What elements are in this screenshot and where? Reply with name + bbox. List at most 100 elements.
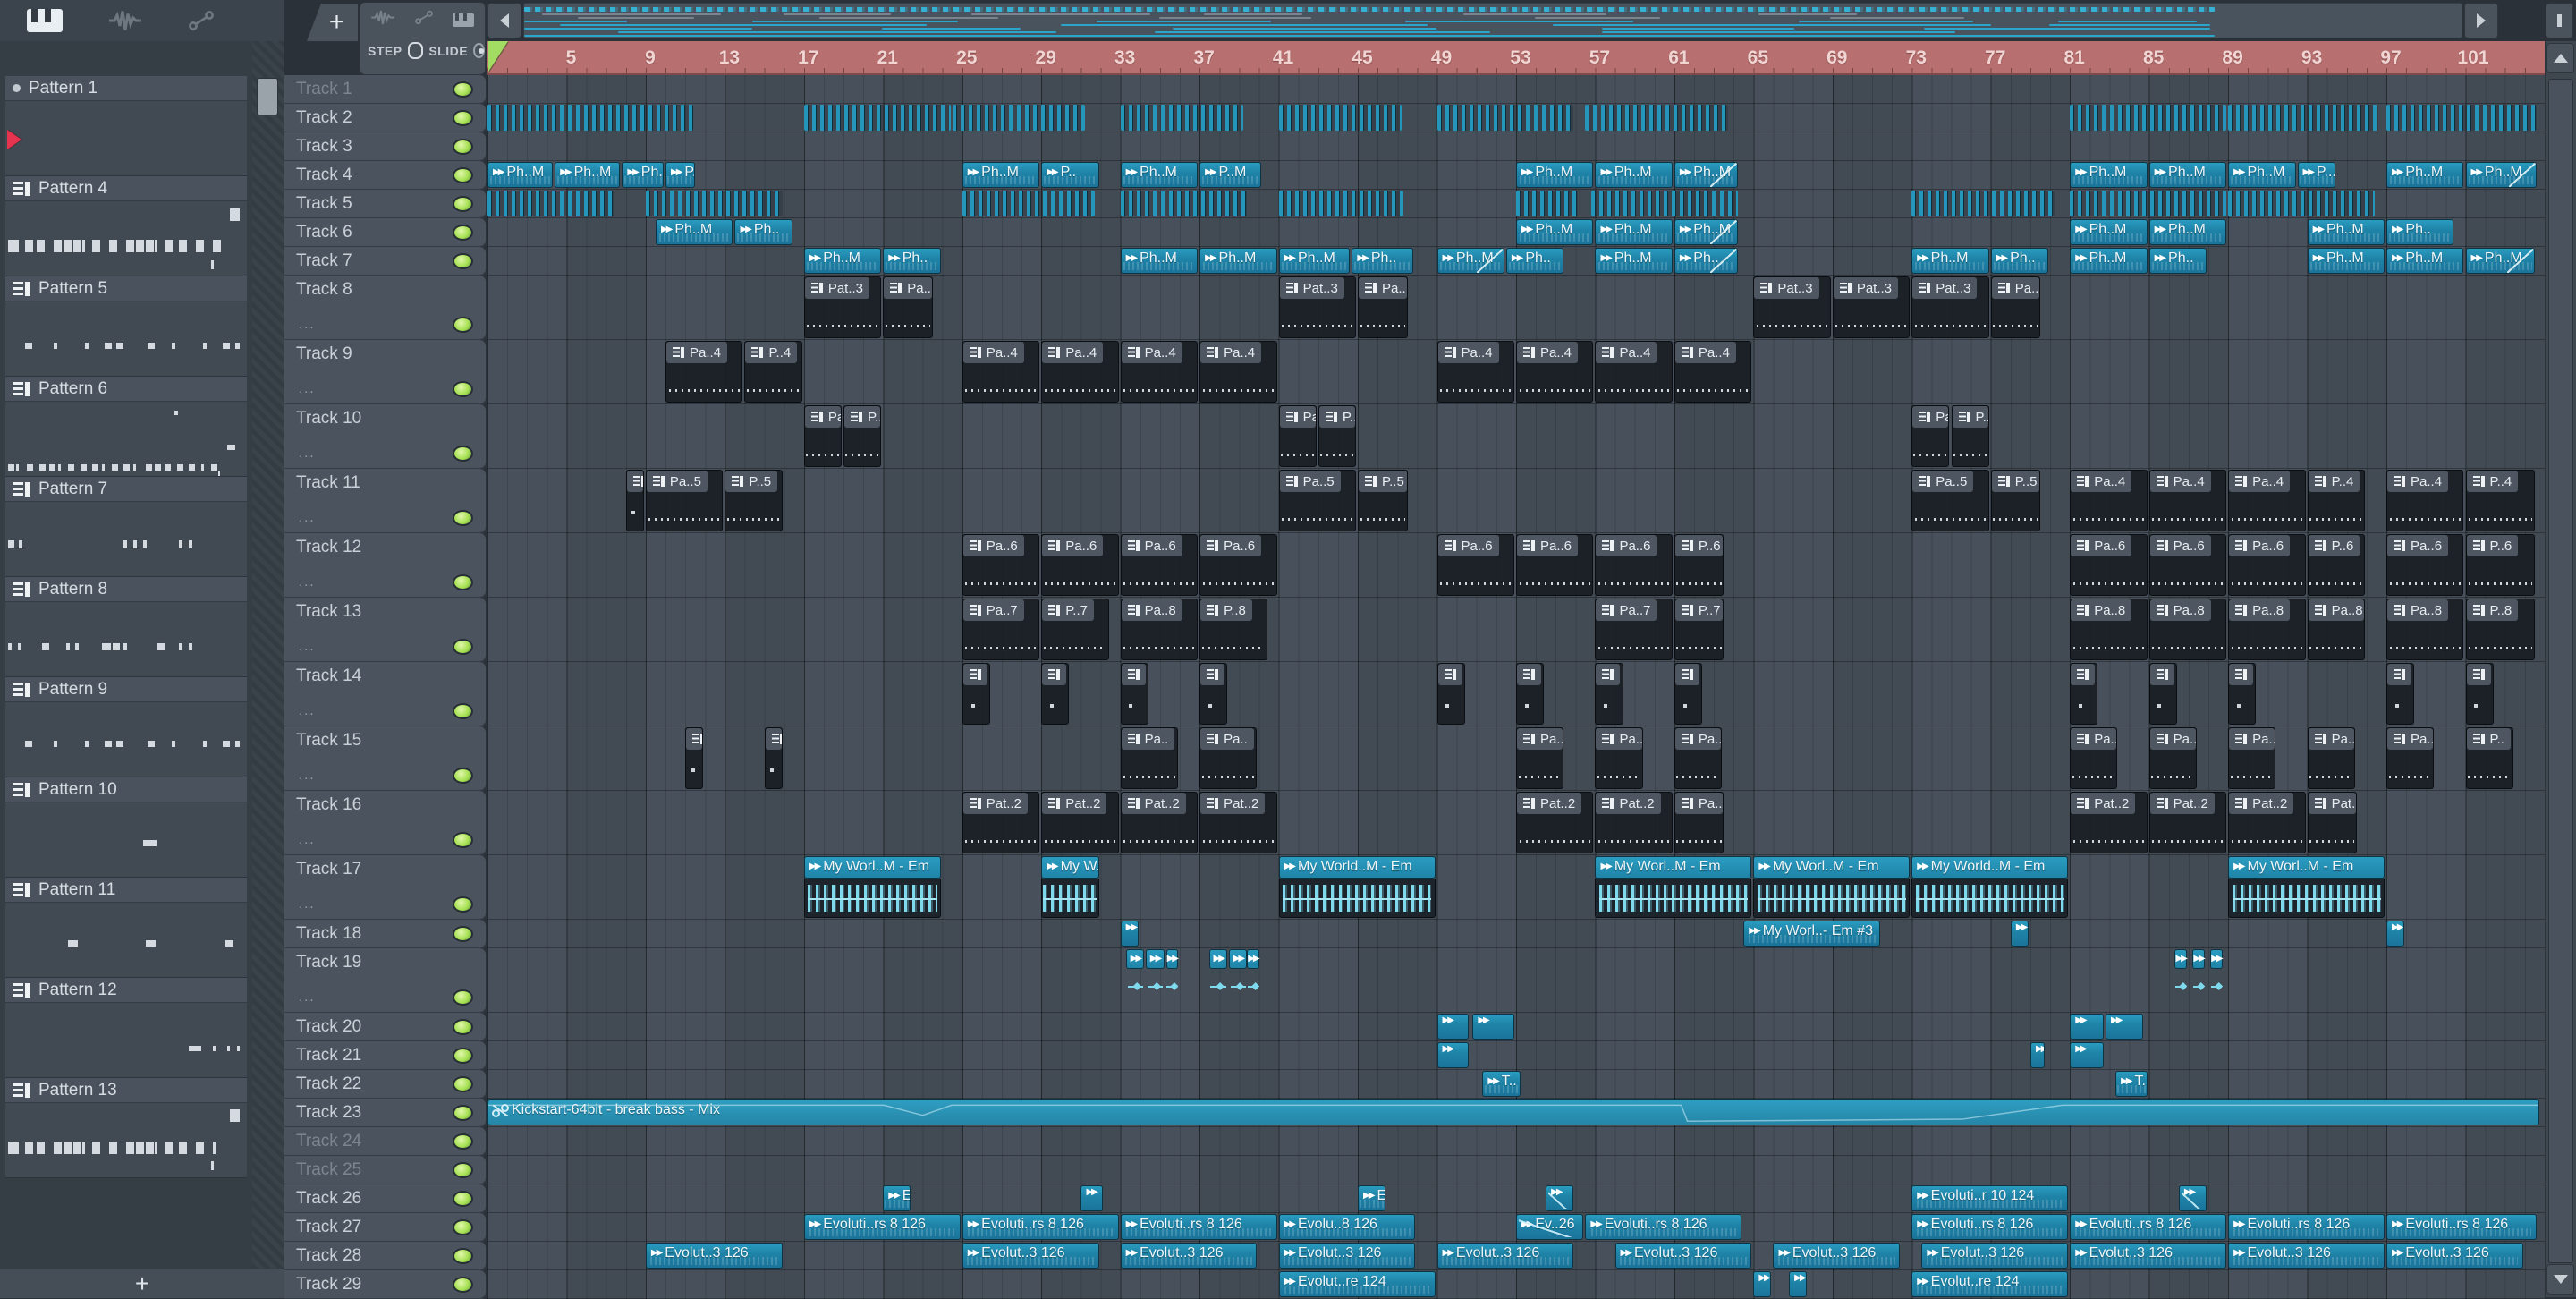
clip[interactable]: P..8 — [2465, 599, 2536, 660]
track-header[interactable]: Track 1 — [284, 75, 487, 104]
track-mute-led[interactable] — [453, 1218, 473, 1235]
clip[interactable]: ▶▶ Evolut..3 126 — [1614, 1243, 1752, 1269]
clip[interactable]: ▶▶ — [2070, 1042, 2104, 1068]
track-mute-led[interactable] — [453, 166, 473, 183]
clip[interactable]: ▶▶Ph..M — [1199, 248, 1277, 274]
clip[interactable]: ▶▶ Ph.. — [883, 248, 941, 274]
clip[interactable]: Pa..4 — [2386, 470, 2464, 531]
track-lane[interactable]: ▶▶ ▶▶ ▶▶ ▶▶ ▶▶ ▶▶ ▶▶ ▶▶ ▶▶ — [487, 948, 2545, 1013]
scroll-up-button[interactable] — [2546, 43, 2574, 73]
clip[interactable]: ▶▶Ph..M — [2307, 248, 2385, 274]
clip[interactable]: ▶▶ Ph.. — [1674, 248, 1738, 274]
clip[interactable]: Pa..6 — [1199, 534, 1277, 596]
clip[interactable]: ▶▶Ev..26 — [1515, 1214, 1584, 1240]
clip[interactable]: Pa..7 — [1595, 599, 1673, 660]
clip[interactable]: P..5 — [1990, 470, 2041, 531]
pattern-item[interactable]: Pattern 12 — [5, 978, 247, 1078]
clip[interactable] — [1120, 191, 1248, 216]
pattern-item-header[interactable]: Pattern 5 — [5, 276, 247, 301]
track-lane[interactable]: Kickstart-64bit - break bass - Mix — [487, 1099, 2545, 1127]
clip[interactable]: ▶▶ Evolut..3 126 — [1120, 1243, 1258, 1269]
clip[interactable]: Pa..6 — [1515, 534, 1594, 596]
clip[interactable] — [764, 727, 783, 789]
track-lane[interactable]: ▶▶ Evoluti..rs 8 126 ▶▶ Evoluti..rs 8 126 ▶▶… — [487, 1213, 2545, 1242]
clip[interactable]: P..5 — [1358, 470, 1408, 531]
clip[interactable]: ▶▶ — [1146, 949, 1165, 1011]
clip[interactable]: ▶▶Ph..M — [1278, 248, 1351, 274]
clip[interactable]: ▶▶E..4 — [883, 1185, 911, 1211]
vertical-scrollbar[interactable] — [2545, 41, 2576, 1297]
clip[interactable]: Pat..3 — [1832, 276, 1911, 338]
clip[interactable]: ▶▶ Evoluti..rs 8 126 — [2228, 1214, 2385, 1240]
track-mute-led[interactable] — [453, 703, 473, 719]
pattern-preview[interactable] — [5, 201, 247, 276]
clip[interactable]: Pat..3 — [1753, 276, 1831, 338]
clip[interactable]: P.. — [2465, 727, 2513, 789]
track-mute-led[interactable] — [453, 768, 473, 784]
clip[interactable]: Pa.. — [2228, 727, 2276, 789]
track-lane[interactable]: Pa.. Pa.. Pa.. Pa.. Pa.. Pa.. Pa.. Pa.. Pa.. Pa..… — [487, 726, 2545, 791]
clip[interactable]: ▶▶ Evolut..3 126 — [2228, 1243, 2385, 1269]
pattern-preview[interactable] — [5, 702, 247, 777]
track-lane[interactable] — [487, 1156, 2545, 1184]
track-lane[interactable]: Pat..3 Pa.. Pat..3 Pa.. Pat..3 Pat..3 Pat..3 Pa… — [487, 276, 2545, 340]
track-lane[interactable] — [487, 132, 2545, 161]
clip[interactable]: ▶▶ Evolut..3 126 — [2070, 1243, 2227, 1269]
track-mute-led[interactable] — [453, 1190, 473, 1207]
clip[interactable]: ▶▶ — [1789, 1271, 1808, 1297]
track-lane[interactable]: ▶▶Ph..M▶▶Ph..▶▶Ph..M▶▶Ph..M▶▶Ph..M▶▶Ph..… — [487, 218, 2545, 247]
clip[interactable]: Pat..2 — [1595, 792, 1673, 853]
track-header[interactable]: Track 26 — [284, 1184, 487, 1213]
scrollbar-handle[interactable] — [2548, 79, 2573, 1263]
clip[interactable]: Pa..4 — [1515, 341, 1594, 403]
track-mute-led[interactable] — [453, 1018, 473, 1035]
clip[interactable]: ▶▶Ph..M — [1595, 219, 1673, 245]
clip[interactable]: ▶▶Ph..M — [2148, 219, 2227, 245]
clip[interactable]: Pa..4 — [1674, 341, 1752, 403]
clip[interactable]: ▶▶Ph..M — [1911, 248, 1989, 274]
clip[interactable]: Pa..6 — [962, 534, 1040, 596]
clip[interactable]: ▶▶Ph..M — [2386, 248, 2464, 274]
clip[interactable]: Pa.. — [1595, 727, 1643, 789]
pattern-preview[interactable] — [5, 1003, 247, 1078]
clip[interactable] — [487, 191, 614, 216]
clip[interactable]: Pa.. — [1674, 792, 1724, 853]
track-mute-led[interactable] — [453, 510, 473, 526]
clip[interactable]: ▶▶ My Worl..M - Em — [1595, 856, 1752, 918]
clip[interactable]: ▶▶ — [1080, 1185, 1103, 1211]
clip[interactable] — [803, 105, 951, 131]
clip[interactable]: ▶▶ — [2210, 949, 2224, 1011]
clip[interactable]: ▶▶ Evoluti..rs 8 126 — [2386, 1214, 2538, 1240]
clip[interactable]: ▶▶ Ph.. — [734, 219, 792, 245]
track-mute-led[interactable] — [453, 832, 473, 848]
track-header[interactable]: Track 3 — [284, 132, 487, 161]
track-mute-led[interactable] — [453, 1104, 473, 1121]
clip[interactable]: P..9 — [1318, 405, 1357, 467]
clip[interactable]: ▶▶ Evoluti..rs 8 126 — [1911, 1214, 2069, 1240]
clip[interactable]: ▶▶T.. — [2115, 1071, 2148, 1097]
clip[interactable]: Pa..4 — [1041, 341, 1119, 403]
pattern-item[interactable]: Pattern 13 — [5, 1078, 247, 1178]
track-mute-led[interactable] — [453, 81, 473, 98]
clip[interactable] — [952, 105, 1086, 131]
track-mute-led[interactable] — [453, 138, 473, 155]
clip[interactable]: ▶▶ — [1247, 949, 1260, 1011]
clip[interactable]: ▶▶Ph..M — [2386, 162, 2464, 188]
playhead-marker-icon[interactable] — [488, 41, 508, 72]
pattern-preview[interactable] — [5, 802, 247, 878]
track-lane[interactable] — [487, 75, 2545, 104]
clip[interactable] — [1436, 105, 1574, 131]
track-header[interactable]: Track 15... — [284, 726, 487, 791]
clip[interactable]: Pa..8 — [1120, 599, 1199, 660]
track-mute-led[interactable] — [453, 574, 473, 590]
clip[interactable]: ▶▶ My Worl..M - Em — [2228, 856, 2385, 918]
clip[interactable]: ▶▶Ph..M — [1674, 219, 1738, 245]
clip[interactable]: P..7 — [1674, 599, 1724, 660]
clip[interactable]: ▶▶Ph..M — [1515, 219, 1594, 245]
scrollbar-handle[interactable] — [257, 78, 278, 115]
clip[interactable]: Pa..6 — [2228, 534, 2306, 596]
clip[interactable]: P..4 — [2465, 470, 2536, 531]
clip[interactable] — [1911, 191, 2055, 216]
clip[interactable]: ▶▶ — [1165, 949, 1179, 1011]
clip[interactable]: Pa.. — [1515, 727, 1564, 789]
